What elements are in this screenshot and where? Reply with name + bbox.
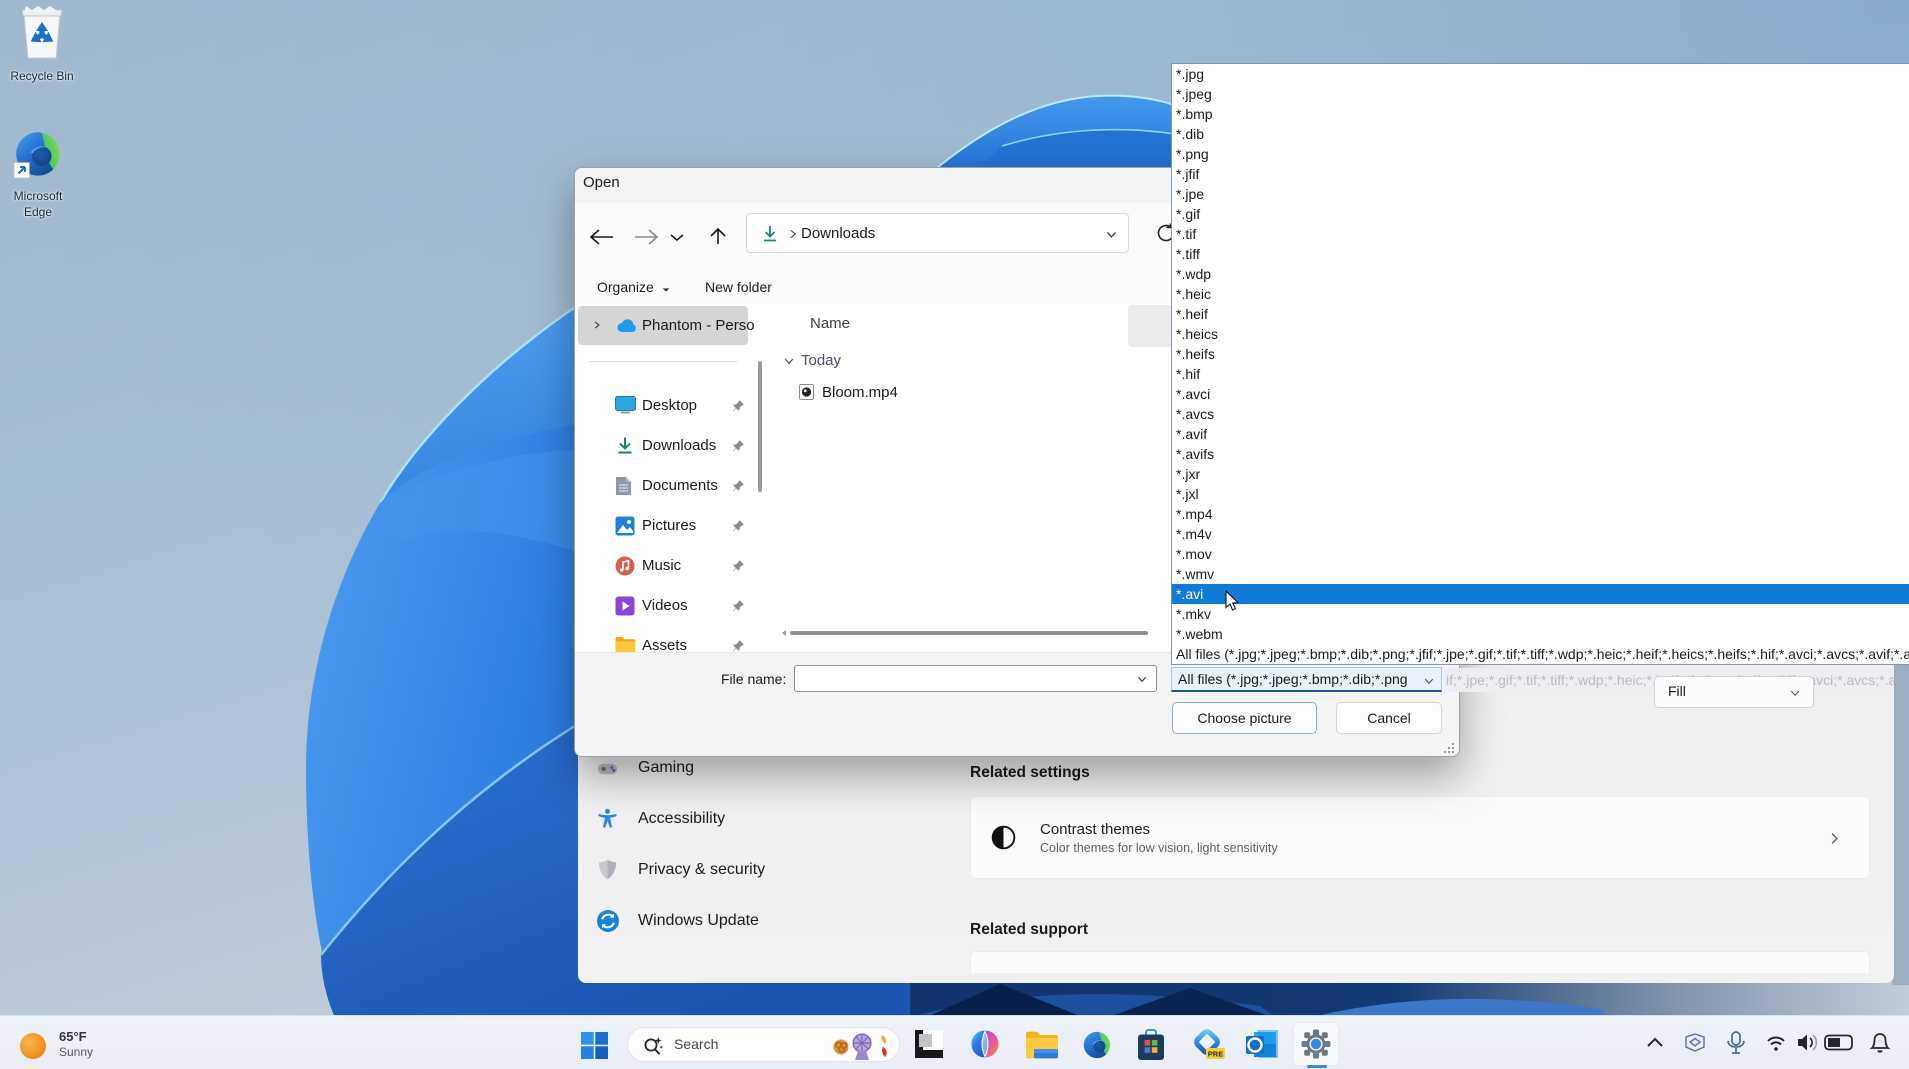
svg-text:PRE: PRE	[1208, 1050, 1223, 1059]
